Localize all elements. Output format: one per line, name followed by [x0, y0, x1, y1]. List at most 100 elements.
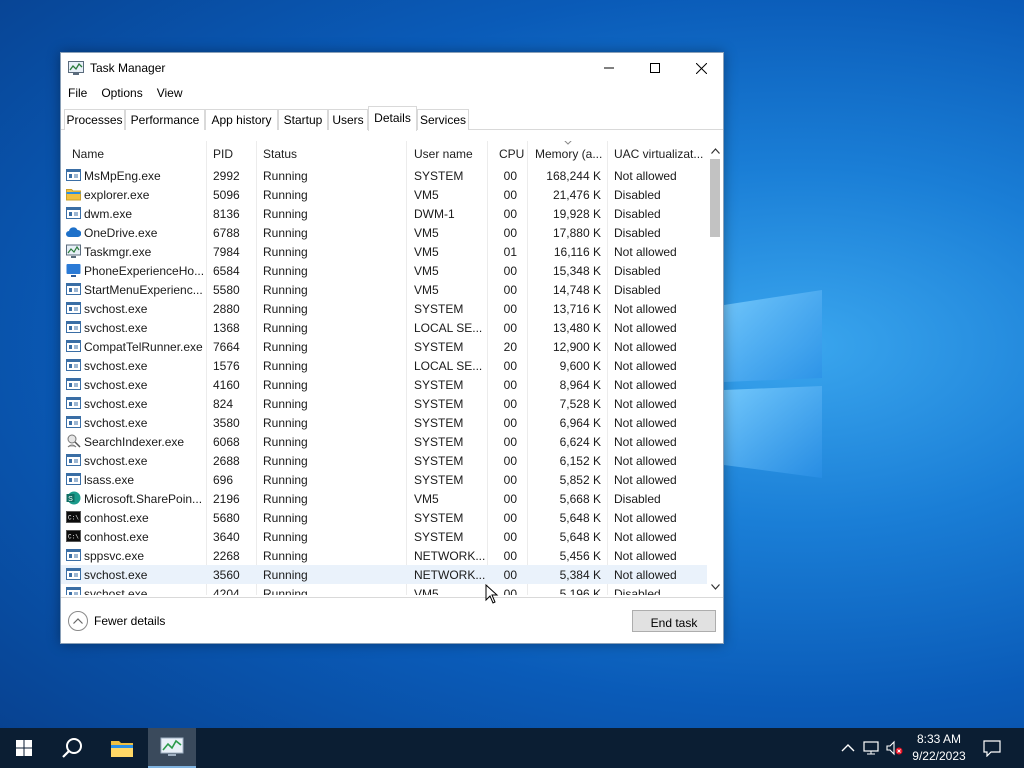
phone-link-icon — [66, 264, 81, 277]
process-uac: Not allowed — [614, 549, 677, 563]
minimize-button[interactable] — [586, 53, 632, 83]
menu-options[interactable]: Options — [94, 84, 149, 104]
app-window-icon — [66, 340, 81, 352]
process-pid: 3640 — [213, 530, 240, 544]
tab-processes[interactable]: Processes — [64, 109, 125, 130]
table-row[interactable]: lsass.exe 696 Running SYSTEM 00 5,852 K Not al… — [61, 470, 707, 489]
tab-users[interactable]: Users — [328, 109, 368, 130]
process-cpu: 00 — [503, 473, 517, 487]
fewer-details-link[interactable]: Fewer details — [94, 614, 165, 628]
column-header-status[interactable]: Status — [263, 141, 403, 165]
details-table: Name PID Status User name CPU Memory (a.… — [61, 141, 723, 595]
table-row[interactable]: svchost.exe 3580 Running SYSTEM 00 6,964 K Not… — [61, 413, 707, 432]
process-pid: 3560 — [213, 568, 240, 582]
process-user: SYSTEM — [414, 397, 464, 411]
process-pid: 2196 — [213, 492, 240, 506]
table-row[interactable]: explorer.exe 5096 Running VM5 00 21,476 K Disa… — [61, 185, 707, 204]
tab-performance[interactable]: Performance — [125, 109, 205, 130]
task-manager-window: Task Manager File Options View Processes… — [60, 52, 724, 644]
process-status: Running — [263, 568, 308, 582]
tab-startup[interactable]: Startup — [278, 109, 328, 130]
process-status: Running — [263, 359, 308, 373]
process-status: Running — [263, 226, 308, 240]
column-header-user-name[interactable]: User name — [414, 141, 486, 165]
process-memory: 5,852 K — [559, 473, 601, 487]
table-row[interactable]: PhoneExperienceHo... 6584 Running VM5 00 15,3… — [61, 261, 707, 280]
table-row[interactable]: C:\ conhost.exe 3640 Running SYSTEM 00 5,648 K… — [61, 527, 707, 546]
column-header-name[interactable]: Name — [72, 141, 202, 165]
end-task-button[interactable]: End task — [632, 610, 716, 632]
menu-file[interactable]: File — [61, 84, 94, 104]
column-header-pid[interactable]: PID — [213, 141, 253, 165]
taskbar-task-manager[interactable] — [148, 728, 196, 768]
table-row[interactable]: svchost.exe 1576 Running LOCAL SE... 00 9,600… — [61, 356, 707, 375]
table-row[interactable]: svchost.exe 4204 Running VM5 00 5,196 K Disabl… — [61, 584, 707, 595]
menu-view[interactable]: View — [150, 84, 190, 104]
table-row[interactable]: S Microsoft.SharePoin... 2196 Running VM5 00 5… — [61, 489, 707, 508]
fewer-details-toggle[interactable] — [68, 611, 88, 631]
notification-icon[interactable] — [982, 739, 1002, 757]
process-user: VM5 — [414, 226, 439, 240]
table-row[interactable]: Taskmgr.exe 7984 Running VM5 01 16,116 K Not a… — [61, 242, 707, 261]
taskbar-file-explorer[interactable] — [98, 728, 146, 768]
volume-muted-icon[interactable] — [885, 740, 903, 756]
process-memory: 15,348 K — [552, 264, 601, 278]
process-uac: Not allowed — [614, 568, 677, 582]
table-row[interactable]: StartMenuExperienc... 5580 Running VM5 00 14,… — [61, 280, 707, 299]
maximize-button[interactable] — [632, 53, 678, 83]
table-row[interactable]: SearchIndexer.exe 6068 Running SYSTEM 00 6,62… — [61, 432, 707, 451]
process-name: svchost.exe — [84, 454, 148, 468]
table-row[interactable]: svchost.exe 2688 Running SYSTEM 00 6,152 K Not… — [61, 451, 707, 470]
table-row[interactable]: CompatTelRunner.exe 7664 Running SYSTEM 20 12… — [61, 337, 707, 356]
scroll-up-button[interactable] — [707, 143, 723, 159]
process-cpu: 00 — [503, 283, 517, 297]
process-memory: 17,880 K — [552, 226, 601, 240]
table-row[interactable]: sppsvc.exe 2268 Running NETWORK... 00 5,456 K… — [61, 546, 707, 565]
process-user: VM5 — [414, 245, 439, 259]
table-row[interactable]: OneDrive.exe 6788 Running VM5 00 17,880 K Disa… — [61, 223, 707, 242]
vertical-scrollbar[interactable] — [707, 141, 723, 595]
sort-descending-icon — [564, 141, 572, 145]
column-header-cpu[interactable]: CPU — [499, 141, 525, 165]
chevron-up-icon — [73, 618, 83, 624]
process-status: Running — [263, 416, 308, 430]
table-row[interactable]: svchost.exe 4160 Running SYSTEM 00 8,964 K Not… — [61, 375, 707, 394]
chevron-up-icon[interactable] — [839, 740, 857, 756]
network-icon[interactable] — [862, 740, 880, 756]
close-button[interactable] — [678, 53, 724, 83]
table-row[interactable]: svchost.exe 2880 Running SYSTEM 00 13,716 K No… — [61, 299, 707, 318]
table-row[interactable]: MsMpEng.exe 2992 Running SYSTEM 00 168,244 K N… — [61, 166, 707, 185]
table-row[interactable]: C:\ conhost.exe 5680 Running SYSTEM 00 5,648 K… — [61, 508, 707, 527]
process-status: Running — [263, 188, 308, 202]
title-bar[interactable]: Task Manager — [61, 53, 723, 83]
tab-services[interactable]: Services — [417, 109, 469, 130]
table-row[interactable]: svchost.exe 3560 Running NETWORK... 00 5,384 … — [61, 565, 707, 584]
search-indexer-icon — [67, 434, 81, 448]
task-manager-icon — [160, 737, 184, 756]
process-cpu: 01 — [503, 245, 517, 259]
process-pid: 8136 — [213, 207, 240, 221]
app-window-icon — [66, 169, 81, 181]
process-pid: 3580 — [213, 416, 240, 430]
process-memory: 12,900 K — [552, 340, 601, 354]
close-icon — [695, 62, 707, 74]
process-user: NETWORK... — [414, 568, 486, 582]
process-memory: 13,480 K — [552, 321, 601, 335]
scrollbar-thumb[interactable] — [710, 159, 720, 237]
process-status: Running — [263, 492, 308, 506]
column-header-uac-virtualization[interactable]: UAC virtualizat... — [614, 141, 706, 165]
search-button[interactable] — [48, 728, 96, 768]
system-clock[interactable]: 8:33 AM 9/22/2023 — [904, 731, 974, 765]
process-cpu: 00 — [503, 492, 517, 506]
process-pid: 1368 — [213, 321, 240, 335]
process-name: svchost.exe — [84, 302, 148, 316]
scroll-down-button[interactable] — [707, 579, 723, 595]
table-row[interactable]: svchost.exe 1368 Running LOCAL SE... 00 13,48… — [61, 318, 707, 337]
start-button[interactable] — [0, 728, 48, 768]
tab-details[interactable]: Details — [368, 106, 417, 131]
app-window-icon — [66, 454, 81, 466]
table-row[interactable]: dwm.exe 8136 Running DWM-1 00 19,928 K Disable… — [61, 204, 707, 223]
tab-app-history[interactable]: App history — [205, 109, 278, 130]
process-status: Running — [263, 169, 308, 183]
table-row[interactable]: svchost.exe 824 Running SYSTEM 00 7,528 K Not … — [61, 394, 707, 413]
